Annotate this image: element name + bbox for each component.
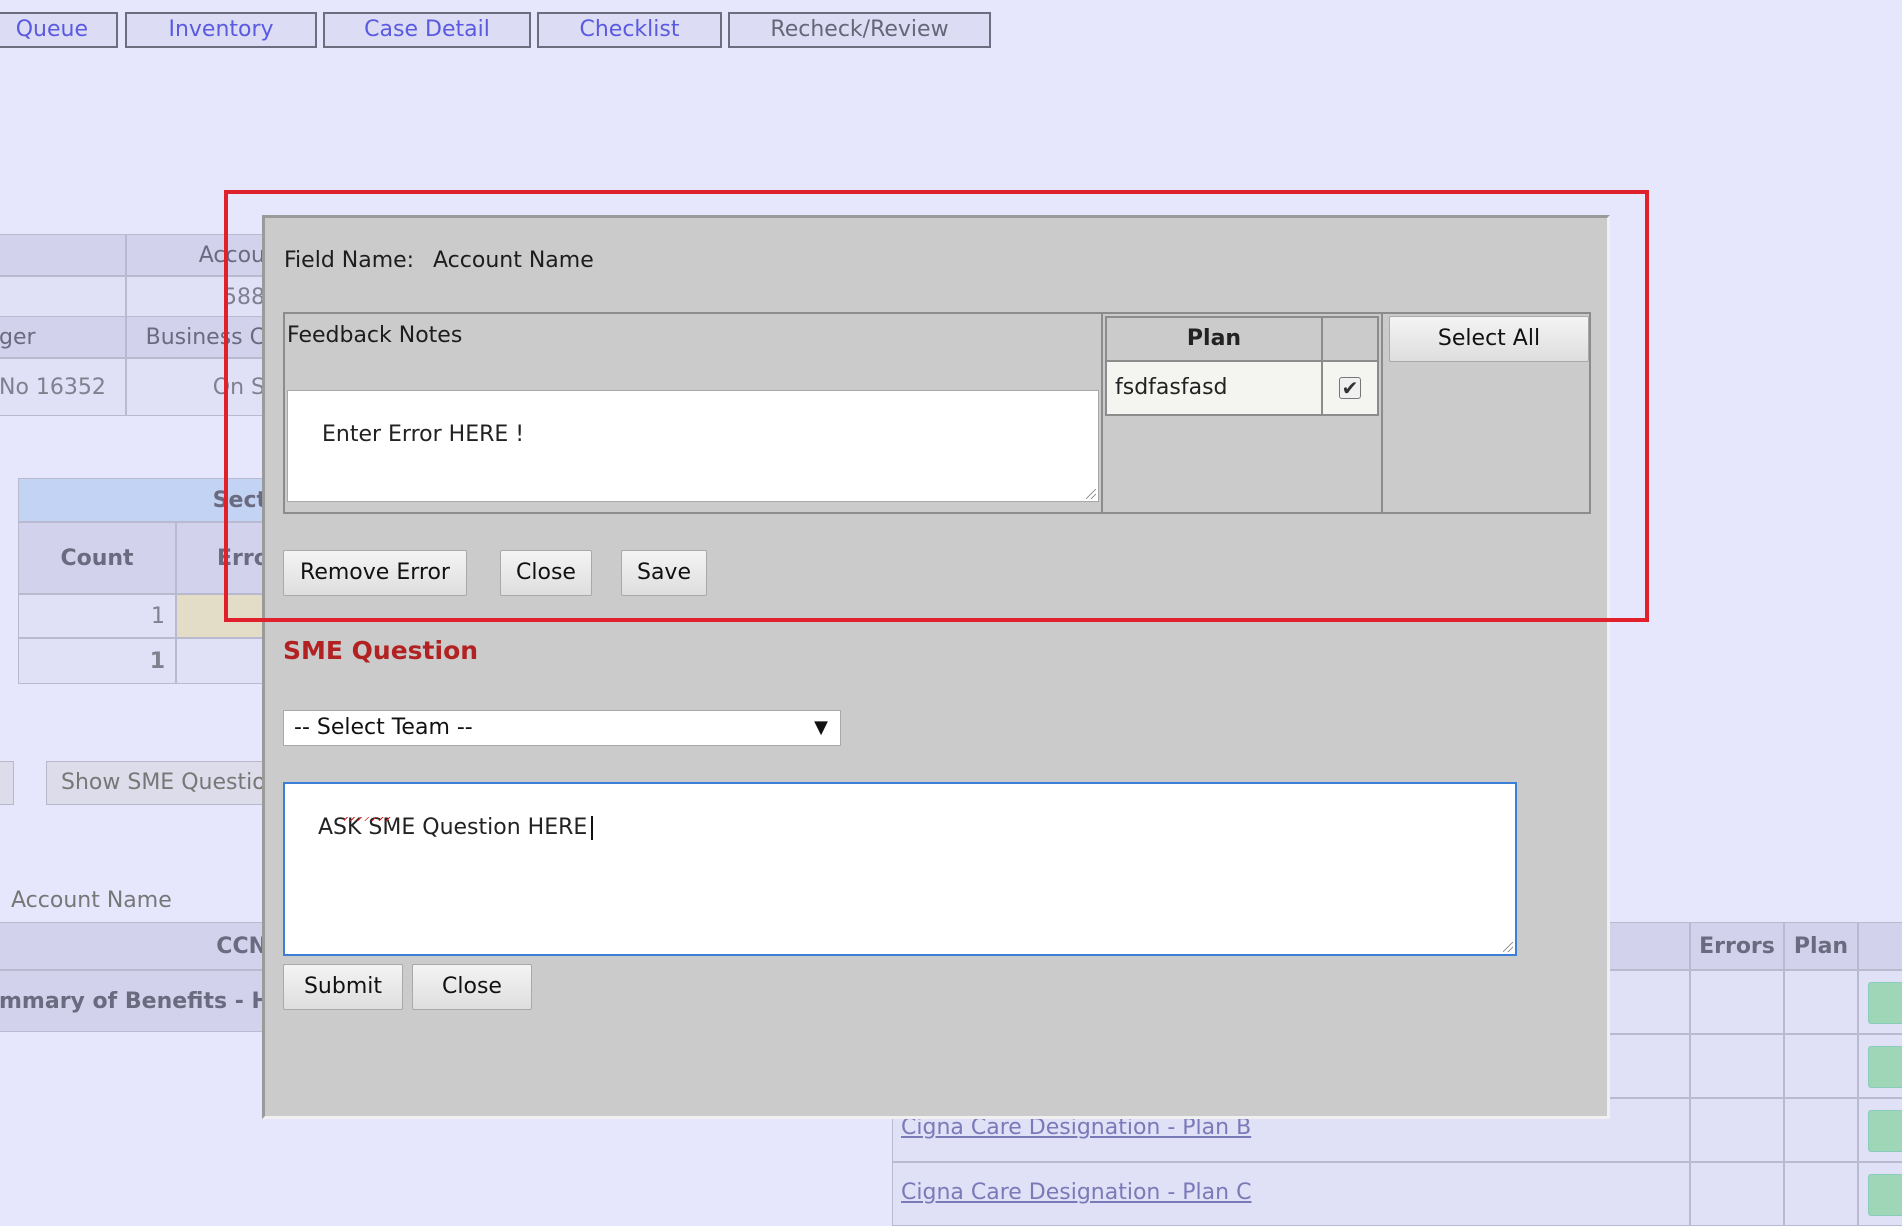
- plan-header: Plan: [1105, 316, 1323, 362]
- bg-cell: [1600, 970, 1690, 1034]
- bg-cell: [0, 276, 126, 318]
- green-action-button[interactable]: [1868, 1174, 1902, 1216]
- bg-section-header: Sect: [18, 478, 268, 522]
- chevron-down-icon: ▼: [814, 717, 828, 738]
- resize-grip-icon[interactable]: [1503, 942, 1513, 952]
- bg-header-cell: [1600, 922, 1690, 970]
- field-name-value: Account Name: [433, 248, 594, 273]
- plan-row-checkbox-cell: ✔: [1321, 360, 1379, 416]
- green-action-button[interactable]: [1868, 1046, 1902, 1088]
- bg-header-cell: [1858, 922, 1902, 970]
- green-action-button[interactable]: [1868, 1110, 1902, 1152]
- team-select-value: -- Select Team --: [294, 715, 473, 740]
- resize-grip-icon[interactable]: [1086, 489, 1096, 499]
- link-cigna-care-plan-c[interactable]: Cigna Care Designation - Plan C: [901, 1180, 1251, 1205]
- save-button[interactable]: Save: [621, 550, 707, 596]
- feedback-notes-label: Feedback Notes: [287, 323, 463, 348]
- close-button[interactable]: Close: [500, 550, 592, 596]
- bg-count-value-1: 1: [18, 594, 176, 638]
- green-action-button[interactable]: [1868, 982, 1902, 1024]
- spellcheck-underline: [344, 817, 392, 821]
- bg-cell: [1690, 1034, 1784, 1098]
- bg-count-value-2: 1: [18, 638, 176, 684]
- tab-queue[interactable]: Queue: [0, 12, 118, 48]
- sme-question-title: SME Question: [283, 636, 479, 665]
- tab-case-detail[interactable]: Case Detail: [323, 12, 531, 48]
- bg-cell: [1784, 1162, 1858, 1226]
- text-cursor: [591, 816, 594, 840]
- plan-row: fsdfasfasd: [1105, 360, 1323, 416]
- tab-inventory[interactable]: Inventory: [125, 12, 317, 48]
- bg-button[interactable]: [0, 761, 14, 805]
- bg-manager-label: ger: [0, 316, 126, 358]
- select-all-button[interactable]: Select All: [1389, 316, 1589, 362]
- bg-no-value: No 16352: [0, 358, 126, 416]
- bg-ccn-header: CCN: [0, 922, 268, 970]
- bg-plan-col: Plan: [1784, 922, 1858, 970]
- submit-button[interactable]: Submit: [283, 964, 403, 1010]
- close-sme-button[interactable]: Close: [412, 964, 532, 1010]
- plan-checkbox[interactable]: ✔: [1339, 377, 1361, 399]
- tab-checklist[interactable]: Checklist: [537, 12, 722, 48]
- bg-cell: [0, 234, 126, 276]
- bg-cell: [176, 638, 268, 684]
- bg-account-header: Accou: [126, 234, 266, 276]
- sme-question-textarea[interactable]: ASK SME Question HERE: [283, 782, 1517, 956]
- bg-errors-header: Erro: [176, 522, 268, 594]
- remove-error-button[interactable]: Remove Error: [283, 550, 467, 596]
- bg-cell: [1690, 1162, 1784, 1226]
- bg-business-label: Business C: [126, 316, 266, 358]
- bg-cell: [1690, 1098, 1784, 1162]
- field-name-label: Field Name:: [284, 248, 415, 273]
- bg-on-value: On S: [126, 358, 266, 416]
- team-select[interactable]: -- Select Team -- ▼: [283, 710, 841, 746]
- bg-cell: [176, 594, 268, 638]
- plan-header-checkbox-col: [1321, 316, 1379, 362]
- tab-recheck-review[interactable]: Recheck/Review: [728, 12, 991, 48]
- bg-cell: [1784, 1034, 1858, 1098]
- feedback-modal: Field Name: Account Name Feedback Notes …: [262, 215, 1610, 1119]
- bg-account-value: 588: [126, 276, 266, 318]
- bg-summary-row: mmary of Benefits - H: [0, 970, 268, 1032]
- feedback-notes-textarea[interactable]: Enter Error HERE !: [287, 390, 1099, 502]
- bg-account-name-label: Account Name: [11, 888, 172, 913]
- show-sme-questions-button[interactable]: Show SME Questio: [46, 761, 268, 805]
- bg-count-header: Count: [18, 522, 176, 594]
- bg-cell: [1690, 970, 1784, 1034]
- bg-cell: [1784, 970, 1858, 1034]
- bg-cell: [1784, 1098, 1858, 1162]
- bg-errors-col: Errors: [1690, 922, 1784, 970]
- feedback-notes-text: Enter Error HERE !: [321, 422, 525, 447]
